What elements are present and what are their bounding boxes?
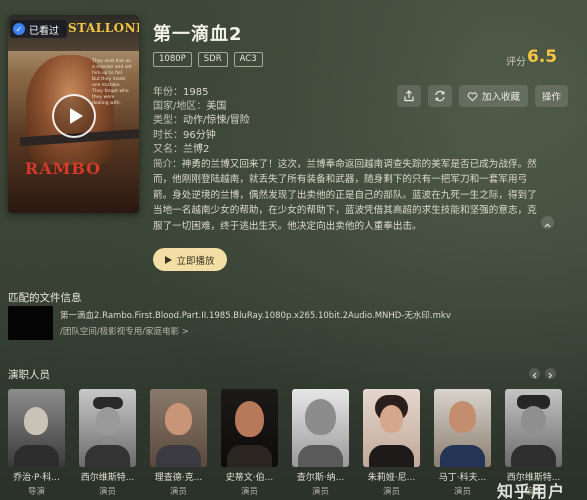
chevron-up-icon: [544, 213, 551, 232]
play-icon: [69, 108, 83, 124]
cast-section-title: 演职人员: [8, 369, 50, 381]
refresh-button[interactable]: [428, 85, 452, 107]
cast-photo: [150, 389, 207, 467]
files-section-title: 匹配的文件信息: [8, 292, 82, 304]
heart-icon: [467, 91, 478, 102]
add-favorite-button[interactable]: 加入收藏: [459, 85, 529, 107]
cast-card[interactable]: 史蒂文·伯... 演员: [221, 389, 278, 497]
meta-value: 1985: [183, 87, 209, 98]
collapse-summary-button[interactable]: [541, 216, 554, 229]
cast-name: 理查德·克...: [154, 473, 203, 483]
cast-photo: [79, 389, 136, 467]
watched-label: 已看过: [29, 25, 59, 37]
play-now-label: 立即播放: [176, 255, 215, 267]
cast-photo: [363, 389, 420, 467]
summary-key: 简介：: [153, 159, 182, 170]
meta-key: 类型：: [153, 115, 183, 127]
meta-key: 年份：: [153, 87, 183, 98]
cast-photo: [434, 389, 491, 467]
poster-big-text: RAMBO: [24, 159, 102, 178]
meta-alias: 又名：兰博2: [153, 143, 393, 157]
movie-meta: 年份：1985 国家/地区：美国 类型：动作/惊悚/冒险 时长：96分钟 又名：…: [153, 86, 393, 157]
operate-button[interactable]: 操作: [535, 85, 569, 107]
cast-photo: [292, 389, 349, 467]
file-thumbnail[interactable]: [8, 306, 53, 340]
operate-label: 操作: [542, 92, 562, 103]
add-favorite-label: 加入收藏: [482, 92, 521, 103]
play-now-button[interactable]: 立即播放: [153, 248, 227, 271]
cast-role: 演员: [453, 487, 471, 497]
rating-value: 6.5: [527, 47, 558, 67]
refresh-icon: [434, 90, 446, 102]
meta-key: 时长：: [153, 129, 183, 141]
share-icon: [403, 90, 415, 102]
cast-name: 史蒂文·伯...: [225, 473, 274, 483]
action-bar: 加入收藏 操作: [397, 85, 569, 107]
cast-photo: [221, 389, 278, 467]
cast-card[interactable]: 朱莉娅·尼... 演员: [363, 389, 420, 497]
file-name[interactable]: 第一滴血2.Rambo.First.Blood.Part.II.1985.Blu…: [60, 309, 451, 321]
meta-genre: 类型：动作/惊悚/冒险: [153, 114, 393, 128]
cast-photo: [505, 389, 562, 467]
file-path-link[interactable]: /团队空间/极影视专用/家庭电影 >: [60, 325, 189, 337]
meta-duration: 时长：96分钟: [153, 129, 393, 143]
cast-photo: [8, 389, 65, 467]
tag-dynamic-range: SDR: [197, 52, 228, 67]
cast-card[interactable]: 乔治·P·科... 导演: [8, 389, 65, 497]
meta-value: 兰博2: [183, 143, 210, 155]
cast-role: 演员: [169, 487, 187, 497]
cast-card[interactable]: 马丁·科夫... 演员: [434, 389, 491, 497]
meta-value: 动作/惊悚/冒险: [183, 115, 250, 127]
poster-quote: They sent him on a mission and set him u…: [92, 59, 132, 106]
movie-title: 第一滴血2: [153, 24, 243, 45]
play-icon: [165, 255, 173, 264]
cast-card[interactable]: 理查德·克... 演员: [150, 389, 207, 497]
cast-next-button[interactable]: [545, 368, 556, 379]
poster-play-button[interactable]: [52, 94, 96, 138]
meta-country: 国家/地区：美国: [153, 100, 393, 114]
meta-value: 96分钟: [183, 129, 216, 141]
summary-text: 神勇的兰博又回来了！这次，兰博奉命返回越南调查失踪的美军是否已成为战俘。然而，他…: [153, 159, 537, 232]
check-icon: ✓: [13, 23, 25, 35]
meta-value: 美国: [206, 101, 227, 113]
watched-badge: ✓ 已看过: [10, 20, 67, 38]
cast-card[interactable]: 西尔维斯特... 演员: [79, 389, 136, 497]
cast-role: 导演: [27, 487, 45, 497]
cast-role: 演员: [311, 487, 329, 497]
chevron-left-icon: [532, 364, 537, 383]
cast-name: 朱莉娅·尼...: [367, 473, 416, 483]
meta-key: 国家/地区：: [153, 101, 207, 113]
tag-resolution: 1080P: [153, 52, 192, 67]
cast-list: 乔治·P·科... 导演 西尔维斯特... 演员 理查德·克... 演员 史蒂文…: [8, 389, 562, 497]
poster-credits: [18, 191, 129, 205]
cast-role: 演员: [98, 487, 116, 497]
share-button[interactable]: [397, 85, 421, 107]
rating-label: 评分: [506, 57, 526, 68]
watermark: 知乎用户: [497, 482, 566, 500]
cast-name: 西尔维斯特...: [80, 473, 135, 483]
movie-summary: 简介：神勇的兰博又回来了！这次，兰博奉命返回越南调查失踪的美军是否已成为战俘。然…: [153, 157, 543, 234]
cast-name: 查尔斯·纳...: [296, 473, 345, 483]
cast-name: 马丁·科夫...: [438, 473, 487, 483]
cast-card[interactable]: 查尔斯·纳... 演员: [292, 389, 349, 497]
poster-title-text: STALLONE: [68, 21, 139, 35]
tag-audio: AC3: [233, 52, 263, 67]
chevron-right-icon: [548, 364, 553, 383]
quality-tags: 1080P SDR AC3: [153, 52, 263, 67]
cast-name: 乔治·P·科...: [13, 473, 60, 483]
meta-key: 又名：: [153, 143, 183, 155]
meta-year: 年份：1985: [153, 86, 393, 100]
cast-prev-button[interactable]: [529, 368, 540, 379]
cast-role: 演员: [382, 487, 400, 497]
cast-role: 演员: [240, 487, 258, 497]
